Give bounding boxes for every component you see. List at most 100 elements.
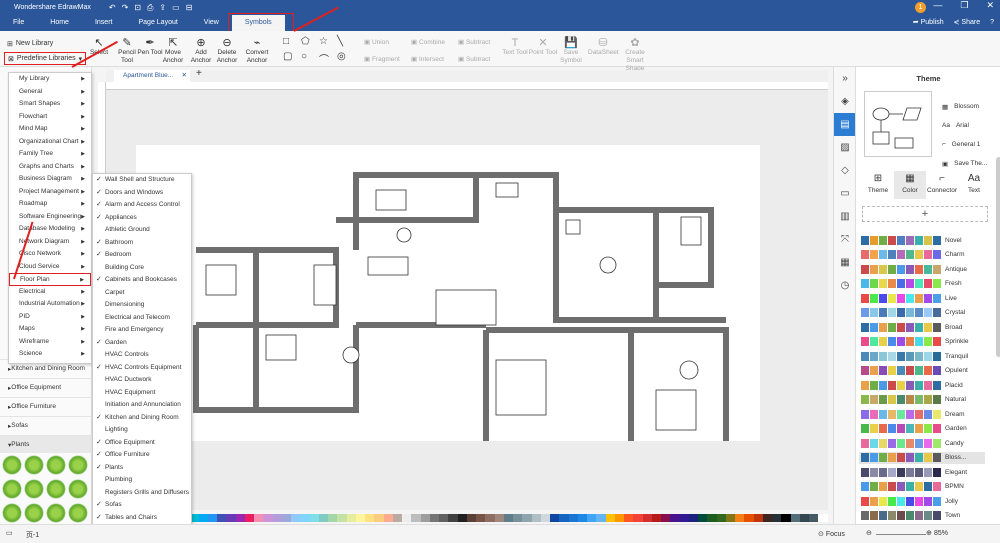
page-list-icon[interactable]: ▭ — [6, 529, 13, 537]
theme-row[interactable]: Antique — [859, 263, 985, 275]
theme-icon[interactable]: ▤ — [834, 113, 856, 136]
color-swatch[interactable] — [753, 514, 763, 522]
color-swatch[interactable] — [762, 514, 772, 522]
fill-icon[interactable]: ◈ — [834, 90, 856, 113]
help-button[interactable]: ? — [990, 15, 994, 31]
color-swatch[interactable] — [235, 514, 245, 522]
color-swatch[interactable] — [513, 514, 523, 522]
color-swatch[interactable] — [226, 514, 236, 522]
shape-icon[interactable]: ▢ — [283, 51, 301, 66]
shape-icon[interactable]: □ — [283, 36, 301, 47]
menu-item-science[interactable]: Science ▶ — [9, 348, 91, 361]
color-swatch[interactable] — [716, 514, 726, 522]
tool-add-anchor[interactable]: ⊕ Add Anchor — [188, 37, 214, 65]
color-swatch[interactable] — [217, 514, 227, 522]
color-swatch[interactable] — [707, 514, 717, 522]
plant-icon[interactable] — [46, 479, 66, 499]
menu-item-general[interactable]: General ▶ — [9, 86, 91, 99]
document-tab[interactable]: Apartment Blue... ✕ — [114, 70, 190, 82]
submenu-item-alarm-and-access-control[interactable]: ✓ Alarm and Access Control — [93, 199, 191, 212]
shape-icon[interactable]: ◎ — [337, 51, 355, 66]
color-swatch[interactable] — [503, 514, 513, 522]
theme-row[interactable]: Natural — [859, 394, 985, 406]
color-swatch[interactable] — [448, 514, 458, 522]
submenu-item-dimensioning[interactable]: Dimensioning — [93, 299, 191, 312]
add-theme-button[interactable]: + — [862, 206, 988, 222]
color-swatch[interactable] — [383, 514, 393, 522]
library-sofas[interactable]: ▸ Sofas — [0, 416, 92, 434]
tool-point-tool[interactable]: ✕ Point Tool — [528, 37, 558, 57]
color-swatch[interactable] — [624, 514, 634, 522]
submenu-item-electrical-and-telecom[interactable]: Electrical and Telecom — [93, 312, 191, 325]
theme-row[interactable]: Tranquil — [859, 350, 985, 362]
color-swatch[interactable] — [587, 514, 597, 522]
zoom-slider[interactable] — [876, 534, 926, 535]
color-swatch[interactable] — [485, 514, 495, 522]
theme-row[interactable]: Placid — [859, 379, 985, 391]
color-swatch[interactable] — [688, 514, 698, 522]
theme-row[interactable]: Novel — [859, 234, 985, 246]
color-swatch[interactable] — [476, 514, 486, 522]
maximize-button[interactable]: ❐ — [960, 0, 968, 11]
color-swatch[interactable] — [781, 514, 791, 522]
submenu-item-hvac-equipment[interactable]: HVAC Equipment — [93, 387, 191, 400]
menu-item-electrical[interactable]: Electrical ▶ — [9, 286, 91, 299]
plant-icon[interactable] — [24, 503, 44, 523]
submenu-item-office-equipment[interactable]: ✓ Office Equipment — [93, 437, 191, 450]
theme-tab-text[interactable]: Aa Text — [958, 171, 990, 199]
theme-row[interactable]: Crystal — [859, 307, 985, 319]
color-swatch[interactable] — [365, 514, 375, 522]
color-swatch[interactable] — [346, 514, 356, 522]
floor-plan[interactable] — [136, 145, 760, 450]
theme-option[interactable]: Aa Arial — [942, 116, 987, 135]
shape-icon[interactable]: ╲ — [337, 36, 355, 47]
menu-item-cloud-service[interactable]: Cloud Service ▶ — [9, 261, 91, 274]
zoom-in-icon[interactable]: ⊕ — [926, 529, 932, 537]
theme-option[interactable]: ▦ Blossom — [942, 97, 987, 116]
plant-icon[interactable] — [24, 479, 44, 499]
color-swatch[interactable] — [291, 514, 301, 522]
quick-access-icon[interactable]: ▭ — [172, 3, 180, 13]
plant-icon[interactable] — [46, 455, 66, 475]
quick-access-icon[interactable]: ⊟ — [186, 3, 193, 13]
library-office-furniture[interactable]: ▸ Office Furniture — [0, 397, 92, 415]
tool-convert-anchor[interactable]: ⌁ Convert Anchor — [244, 37, 270, 65]
submenu-item-carpet[interactable]: Carpet — [93, 287, 191, 300]
tab-home[interactable]: Home — [37, 15, 82, 31]
submenu-item-building-core[interactable]: Building Core — [93, 262, 191, 275]
color-swatch[interactable] — [531, 514, 541, 522]
color-swatch[interactable] — [392, 514, 402, 522]
menu-item-network-diagram[interactable]: Network Diagram ▶ — [9, 236, 91, 249]
color-swatch[interactable] — [198, 514, 208, 522]
color-swatch[interactable] — [466, 514, 476, 522]
submenu-item-sofas[interactable]: ✓ Sofas — [93, 499, 191, 512]
color-swatch[interactable] — [494, 514, 504, 522]
color-swatch[interactable] — [457, 514, 467, 522]
color-swatch[interactable] — [439, 514, 449, 522]
menu-item-organizational-chart[interactable]: Organizational Chart ▶ — [9, 136, 91, 149]
predefine-libraries-button[interactable]: ⊠ Predefine Libraries ▾ — [4, 52, 87, 65]
submenu-item-appliances[interactable]: ✓ Appliances — [93, 212, 191, 225]
minimize-button[interactable]: — — [933, 0, 942, 11]
submenu-item-bathroom[interactable]: ✓ Bathroom — [93, 237, 191, 250]
theme-tab-color[interactable]: ▦ Color — [894, 171, 926, 199]
op-intersect[interactable]: ▣ Intersect — [411, 55, 458, 63]
theme-row[interactable]: Charm — [859, 249, 985, 261]
color-swatch[interactable] — [337, 514, 347, 522]
color-swatch[interactable] — [642, 514, 652, 522]
menu-item-mind-map[interactable]: Mind Map ▶ — [9, 123, 91, 136]
submenu-item-hvac-controls[interactable]: HVAC Controls — [93, 349, 191, 362]
quick-access-icon[interactable]: ⇪ — [159, 3, 166, 13]
submenu-item-kitchen-and-dining-room[interactable]: ✓ Kitchen and Dining Room — [93, 412, 191, 425]
color-swatch[interactable] — [790, 514, 800, 522]
tool-datasheet[interactable]: ⛁ DataSheet — [588, 37, 619, 57]
menu-item-business-diagram[interactable]: Business Diagram ▶ — [9, 173, 91, 186]
menu-item-flowchart[interactable]: Flowchart ▶ — [9, 111, 91, 124]
color-swatch[interactable] — [272, 514, 282, 522]
submenu-item-hvac-controls-equipment[interactable]: ✓ HVAC Controls Equipment — [93, 362, 191, 375]
color-swatch[interactable] — [799, 514, 809, 522]
color-swatch[interactable] — [207, 514, 217, 522]
menu-item-floor-plan[interactable]: Floor Plan ▶ — [9, 273, 91, 286]
color-swatch[interactable] — [244, 514, 254, 522]
color-swatch[interactable] — [605, 514, 615, 522]
